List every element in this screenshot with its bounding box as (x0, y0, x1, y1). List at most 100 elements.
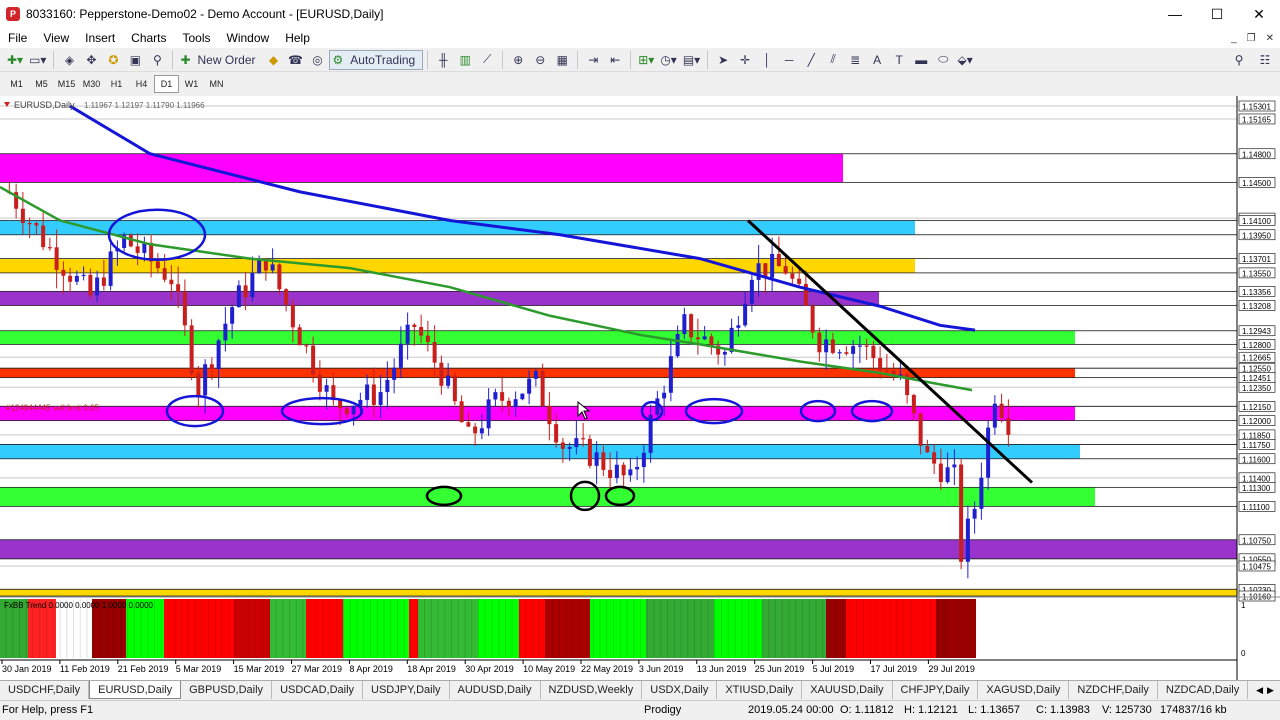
fibonacci-icon[interactable]: ≣ (844, 50, 866, 70)
candlestick-icon[interactable]: ▥ (454, 50, 476, 70)
support-resistance-zone[interactable] (0, 487, 1095, 507)
candle-body (810, 305, 815, 333)
timeframe-m15[interactable]: M15 (54, 75, 79, 93)
community-icon[interactable]: ☷ (1254, 50, 1276, 70)
timeframe-mn[interactable]: MN (204, 75, 229, 93)
line-chart-icon[interactable]: ⟋ (476, 50, 498, 70)
data-window-icon[interactable]: ✥ (80, 50, 102, 70)
maximize-button[interactable]: ☐ (1196, 0, 1238, 28)
chart-tab[interactable]: EURUSD,Daily (89, 681, 182, 699)
chart-tab[interactable]: CHFJPY,Daily (893, 681, 979, 699)
chart-tab[interactable]: USDJPY,Daily (363, 681, 450, 699)
trendline-icon[interactable]: ╱ (800, 50, 822, 70)
minimize-button[interactable]: — (1154, 0, 1196, 28)
autotrading-button[interactable]: ⚙ AutoTrading (328, 49, 424, 70)
price-axis-label: 1.12000 (1242, 417, 1271, 426)
mdi-minimize-icon[interactable]: _ (1231, 33, 1237, 44)
profiles-icon[interactable]: ▭▾ (26, 50, 49, 70)
ellipse-icon[interactable]: ⬭ (932, 50, 954, 70)
timeframe-m1[interactable]: M1 (4, 75, 29, 93)
navigator-icon[interactable]: ✪ (102, 50, 124, 70)
zoom-out-icon[interactable]: ⊖ (529, 50, 551, 70)
tab-scroll-left-icon[interactable]: ◀ (1256, 685, 1263, 696)
menu-help[interactable]: Help (277, 28, 318, 48)
chart-tab[interactable]: USDCHF,Daily (0, 681, 90, 699)
date-axis-label: 3 Jun 2019 (639, 664, 684, 674)
status-help: For Help, press F1 (2, 704, 94, 716)
price-axis-label: 1.12150 (1242, 403, 1271, 412)
chart-tab[interactable]: NZDCHF,Daily (1069, 681, 1158, 699)
signals-icon[interactable]: ☎ (285, 50, 307, 70)
close-button[interactable]: ✕ (1238, 0, 1280, 28)
shapes-icon[interactable]: ⬙▾ (954, 50, 976, 70)
indicators-icon[interactable]: ⊞▾ (635, 50, 657, 70)
market-icon[interactable]: ◎ (307, 50, 329, 70)
vertical-line-icon[interactable]: │ (756, 50, 778, 70)
timeframe-m30[interactable]: M30 (79, 75, 104, 93)
chart-tab[interactable]: USDCAD,Daily (272, 681, 364, 699)
mdi-close-icon[interactable]: ✕ (1266, 33, 1274, 44)
terminal-icon[interactable]: ▣ (124, 50, 146, 70)
periods-icon[interactable]: ◷▾ (657, 50, 680, 70)
support-resistance-zone[interactable] (0, 330, 1075, 345)
trend-indicator-block (306, 599, 343, 658)
candle-body (520, 393, 525, 400)
support-resistance-zone[interactable] (0, 291, 879, 306)
timeframe-h4[interactable]: H4 (129, 75, 154, 93)
candle-body (459, 401, 464, 423)
date-axis-label: 13 Jun 2019 (697, 664, 747, 674)
text-icon[interactable]: A (866, 50, 888, 70)
equidistant-channel-icon[interactable]: ⫽ (822, 50, 844, 70)
candle-body (223, 323, 228, 341)
support-resistance-zone[interactable] (0, 539, 1237, 559)
chart-shift-icon[interactable]: ⇤ (604, 50, 626, 70)
timeframe-h1[interactable]: H1 (104, 75, 129, 93)
cursor-icon[interactable]: ➤ (712, 50, 734, 70)
bar-chart-icon[interactable]: ╫ (432, 50, 454, 70)
timeframe-w1[interactable]: W1 (179, 75, 204, 93)
chart-tab[interactable]: XAUUSD,Daily (802, 681, 893, 699)
chart-tab[interactable]: USDX,Daily (642, 681, 718, 699)
chart-window[interactable]: EURUSD,Daily 1.11967 1.12197 1.11790 1.11… (0, 96, 1280, 681)
menu-view[interactable]: View (35, 28, 77, 48)
market-watch-icon[interactable]: ◈ (58, 50, 80, 70)
crosshair-icon[interactable]: ✛ (734, 50, 756, 70)
candle-body (34, 223, 39, 226)
menu-charts[interactable]: Charts (123, 28, 174, 48)
chart-tab[interactable]: XAGUSD,Daily (978, 681, 1070, 699)
support-resistance-zone[interactable] (0, 589, 1237, 596)
tab-scroll-right-icon[interactable]: ▶ (1267, 685, 1274, 696)
support-resistance-zone[interactable] (0, 444, 1080, 459)
menu-file[interactable]: File (0, 28, 35, 48)
new-chart-icon[interactable]: ✚▾ (4, 50, 26, 70)
date-axis-label: 21 Feb 2019 (118, 664, 169, 674)
new-order-button[interactable]: ✚ New Order (177, 50, 262, 70)
chart-tab[interactable]: NZDUSD,Weekly (541, 681, 643, 699)
trend-indicator-block (936, 599, 976, 658)
chart-tab[interactable]: GBPUSD,Daily (181, 681, 273, 699)
candle-body (641, 452, 646, 468)
metaeditor-icon[interactable]: ◆ (263, 50, 285, 70)
tile-windows-icon[interactable]: ▦ (551, 50, 573, 70)
chart-tab[interactable]: NZDCAD,Daily (1158, 681, 1249, 699)
candle-body (527, 378, 532, 394)
menu-window[interactable]: Window (219, 28, 278, 48)
candle-body (108, 251, 113, 286)
search-icon[interactable]: ⚲ (1228, 50, 1250, 70)
rectangle-icon[interactable]: ▬ (910, 50, 932, 70)
autoscroll-icon[interactable]: ⇥ (582, 50, 604, 70)
templates-icon[interactable]: ▤▾ (680, 50, 703, 70)
strategy-tester-icon[interactable]: ⚲ (146, 50, 168, 70)
text-label-icon[interactable]: T (888, 50, 910, 70)
menu-insert[interactable]: Insert (77, 28, 123, 48)
chart-tab[interactable]: AUDUSD,Daily (450, 681, 541, 699)
support-resistance-zone[interactable] (0, 153, 843, 183)
horizontal-line-icon[interactable]: ─ (778, 50, 800, 70)
timeframe-m5[interactable]: M5 (29, 75, 54, 93)
timeframe-d1[interactable]: D1 (154, 75, 179, 93)
menu-tools[interactable]: Tools (175, 28, 219, 48)
price-chart[interactable]: EURUSD,Daily 1.11967 1.12197 1.11790 1.11… (0, 96, 1280, 681)
chart-tab[interactable]: XTIUSD,Daily (717, 681, 803, 699)
mdi-restore-icon[interactable]: ❐ (1247, 33, 1256, 44)
zoom-in-icon[interactable]: ⊕ (507, 50, 529, 70)
